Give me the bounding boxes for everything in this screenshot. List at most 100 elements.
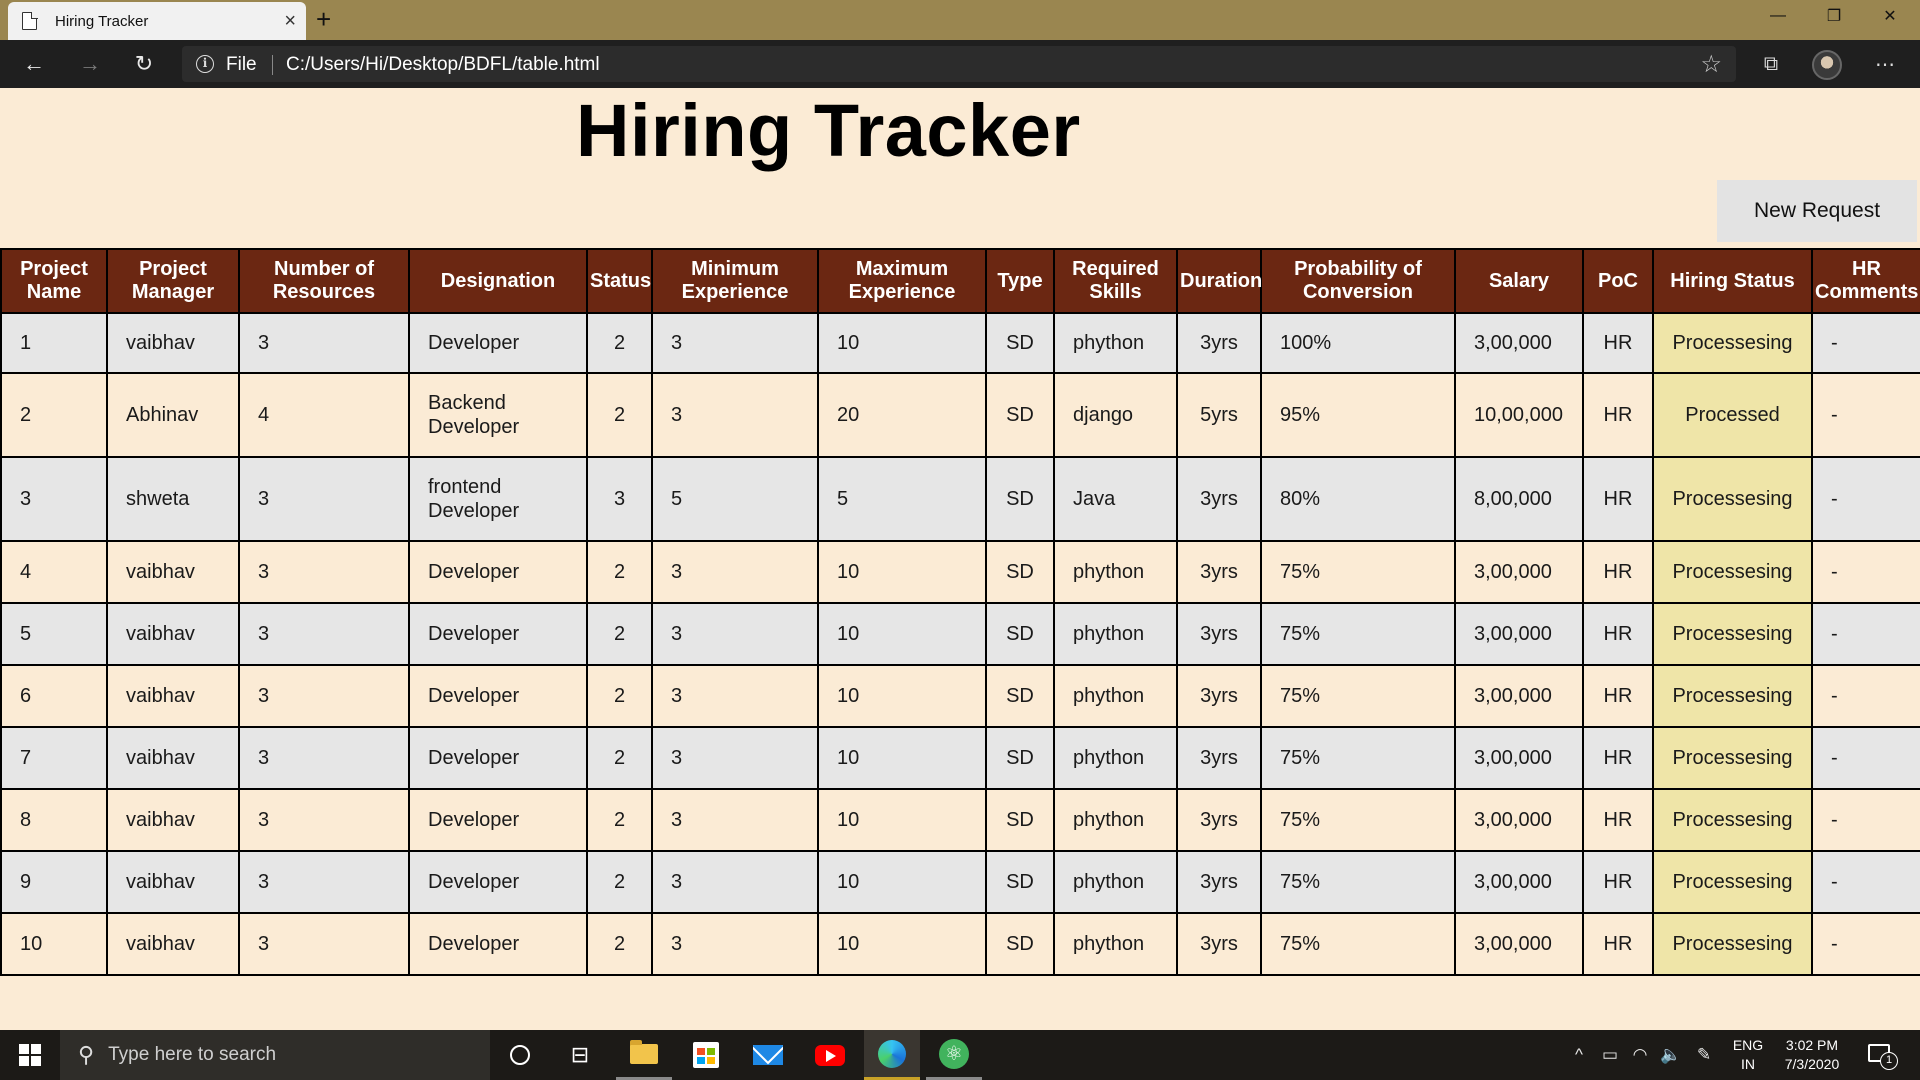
- cell-hiring-status: Processesing: [1652, 664, 1813, 728]
- restore-button[interactable]: ❐: [1806, 0, 1862, 32]
- cell-required-skills: phython: [1053, 312, 1178, 374]
- taskbar-search[interactable]: ⚲ Type here to search: [60, 1030, 490, 1080]
- wifi-icon[interactable]: ◠: [1626, 1030, 1654, 1080]
- pen-icon[interactable]: ✎: [1690, 1030, 1718, 1080]
- cell-number-of-resources: 3: [238, 312, 410, 374]
- minimize-button[interactable]: —: [1750, 0, 1806, 32]
- info-icon[interactable]: i: [196, 55, 214, 73]
- atom-icon: ⚛: [939, 1038, 969, 1069]
- cell-status: 2: [586, 726, 653, 790]
- cell-designation: Developer: [408, 912, 588, 976]
- col-project-manager: Project Manager: [106, 248, 240, 314]
- cell-probability-of-conversion: 75%: [1260, 540, 1456, 604]
- task-view-button[interactable]: ⊟: [552, 1030, 608, 1080]
- atom-button[interactable]: ⚛: [926, 1030, 982, 1080]
- cell-duration: 3yrs: [1176, 850, 1262, 914]
- cell-required-skills: Java: [1053, 456, 1178, 542]
- store-icon: [693, 1042, 719, 1068]
- language-code: ENG: [1732, 1037, 1764, 1053]
- table-row: 1 vaibhav 3 Developer 2 3 10 SD phython 3yrs 100% 3…: [0, 312, 1920, 374]
- start-button[interactable]: [0, 1030, 60, 1080]
- cell-number-of-resources: 3: [238, 726, 410, 790]
- cell-salary: 3,00,000: [1454, 726, 1584, 790]
- task-view-icon: ⊟: [570, 1042, 590, 1067]
- cell-required-skills: phython: [1053, 850, 1178, 914]
- favorite-star-icon[interactable]: ☆: [1700, 50, 1722, 79]
- cell-minimum-experience: 3: [651, 726, 819, 790]
- table-row: 4 vaibhav 3 Developer 2 3 10 SD phython 3yrs 75% 3,…: [0, 540, 1920, 604]
- cell-type: SD: [985, 788, 1055, 852]
- forward-arrow-icon[interactable]: →: [72, 48, 108, 80]
- battery-icon[interactable]: ▭: [1596, 1030, 1624, 1080]
- cell-required-skills: phython: [1053, 726, 1178, 790]
- cell-minimum-experience: 3: [651, 602, 819, 666]
- cell-poc: HR: [1582, 788, 1654, 852]
- close-window-button[interactable]: ✕: [1862, 0, 1918, 32]
- cell-salary: 3,00,000: [1454, 788, 1584, 852]
- cell-status: 2: [586, 372, 653, 458]
- cell-type: SD: [985, 850, 1055, 914]
- cell-minimum-experience: 3: [651, 850, 819, 914]
- cell-probability-of-conversion: 75%: [1260, 912, 1456, 976]
- refresh-icon[interactable]: ↻: [126, 48, 162, 80]
- new-tab-button[interactable]: +: [316, 4, 331, 35]
- region-code: IN: [1741, 1056, 1755, 1072]
- language-indicator[interactable]: ENG IN: [1730, 1036, 1766, 1074]
- cell-project-name: 10: [0, 912, 108, 976]
- cell-hr-comments: -: [1811, 726, 1920, 790]
- table-row: 6 vaibhav 3 Developer 2 3 10 SD phython 3yrs 75% 3,…: [0, 664, 1920, 728]
- file-label: File: [226, 54, 257, 75]
- cell-designation: Developer: [408, 788, 588, 852]
- col-designation: Designation: [408, 248, 588, 314]
- url-text[interactable]: C:/Users/Hi/Desktop/BDFL/table.html: [286, 54, 600, 76]
- profile-avatar[interactable]: [1812, 50, 1842, 80]
- address-bar[interactable]: i File C:/Users/Hi/Desktop/BDFL/table.ht…: [182, 46, 1736, 82]
- cell-project-name: 4: [0, 540, 108, 604]
- clock[interactable]: 3:02 PM 7/3/2020: [1776, 1036, 1848, 1074]
- cell-number-of-resources: 3: [238, 540, 410, 604]
- new-request-button[interactable]: New Request: [1717, 180, 1917, 242]
- tray-chevron-icon[interactable]: ^: [1566, 1030, 1592, 1080]
- notification-badge: 1: [1880, 1052, 1898, 1070]
- cell-poc: HR: [1582, 312, 1654, 374]
- cell-hr-comments: -: [1811, 850, 1920, 914]
- file-explorer-button[interactable]: [616, 1030, 672, 1080]
- cell-hiring-status: Processesing: [1652, 850, 1813, 914]
- cell-probability-of-conversion: 75%: [1260, 726, 1456, 790]
- cell-number-of-resources: 3: [238, 788, 410, 852]
- mail-button[interactable]: [740, 1030, 796, 1080]
- cell-minimum-experience: 3: [651, 664, 819, 728]
- clock-time: 3:02 PM: [1785, 1037, 1839, 1053]
- cell-probability-of-conversion: 75%: [1260, 850, 1456, 914]
- collections-icon[interactable]: ⧉: [1754, 48, 1788, 80]
- cell-hiring-status: Processed: [1652, 372, 1813, 458]
- cell-hiring-status: Processesing: [1652, 456, 1813, 542]
- cell-maximum-experience: 10: [817, 602, 987, 666]
- youtube-button[interactable]: [802, 1030, 858, 1080]
- cell-hiring-status: Processesing: [1652, 312, 1813, 374]
- browser-tab[interactable]: Hiring Tracker ×: [8, 2, 306, 40]
- cell-duration: 3yrs: [1176, 540, 1262, 604]
- cell-project-manager: vaibhav: [106, 726, 240, 790]
- store-button[interactable]: [678, 1030, 734, 1080]
- col-project-name: Project Name: [0, 248, 108, 314]
- cell-required-skills: phython: [1053, 664, 1178, 728]
- edge-button[interactable]: [864, 1030, 920, 1080]
- back-arrow-icon[interactable]: ←: [16, 48, 52, 80]
- cell-hiring-status: Processesing: [1652, 602, 1813, 666]
- table-row: 8 vaibhav 3 Developer 2 3 10 SD phython 3yrs 75% 3,…: [0, 788, 1920, 852]
- more-menu-icon[interactable]: ⋯: [1868, 48, 1902, 80]
- table-row: 9 vaibhav 3 Developer 2 3 10 SD phython 3yrs 75% 3,…: [0, 850, 1920, 914]
- hiring-table: Project Name Project Manager Number of R…: [0, 248, 1920, 976]
- cell-project-manager: vaibhav: [106, 602, 240, 666]
- cell-salary: 3,00,000: [1454, 602, 1584, 666]
- volume-icon[interactable]: 🔈: [1656, 1030, 1686, 1080]
- cell-project-manager: vaibhav: [106, 312, 240, 374]
- cell-poc: HR: [1582, 850, 1654, 914]
- cell-hr-comments: -: [1811, 664, 1920, 728]
- cell-project-name: 1: [0, 312, 108, 374]
- close-tab-icon[interactable]: ×: [284, 11, 296, 31]
- col-hiring-status: Hiring Status: [1652, 248, 1813, 314]
- cell-minimum-experience: 3: [651, 788, 819, 852]
- cortana-button[interactable]: [492, 1030, 548, 1080]
